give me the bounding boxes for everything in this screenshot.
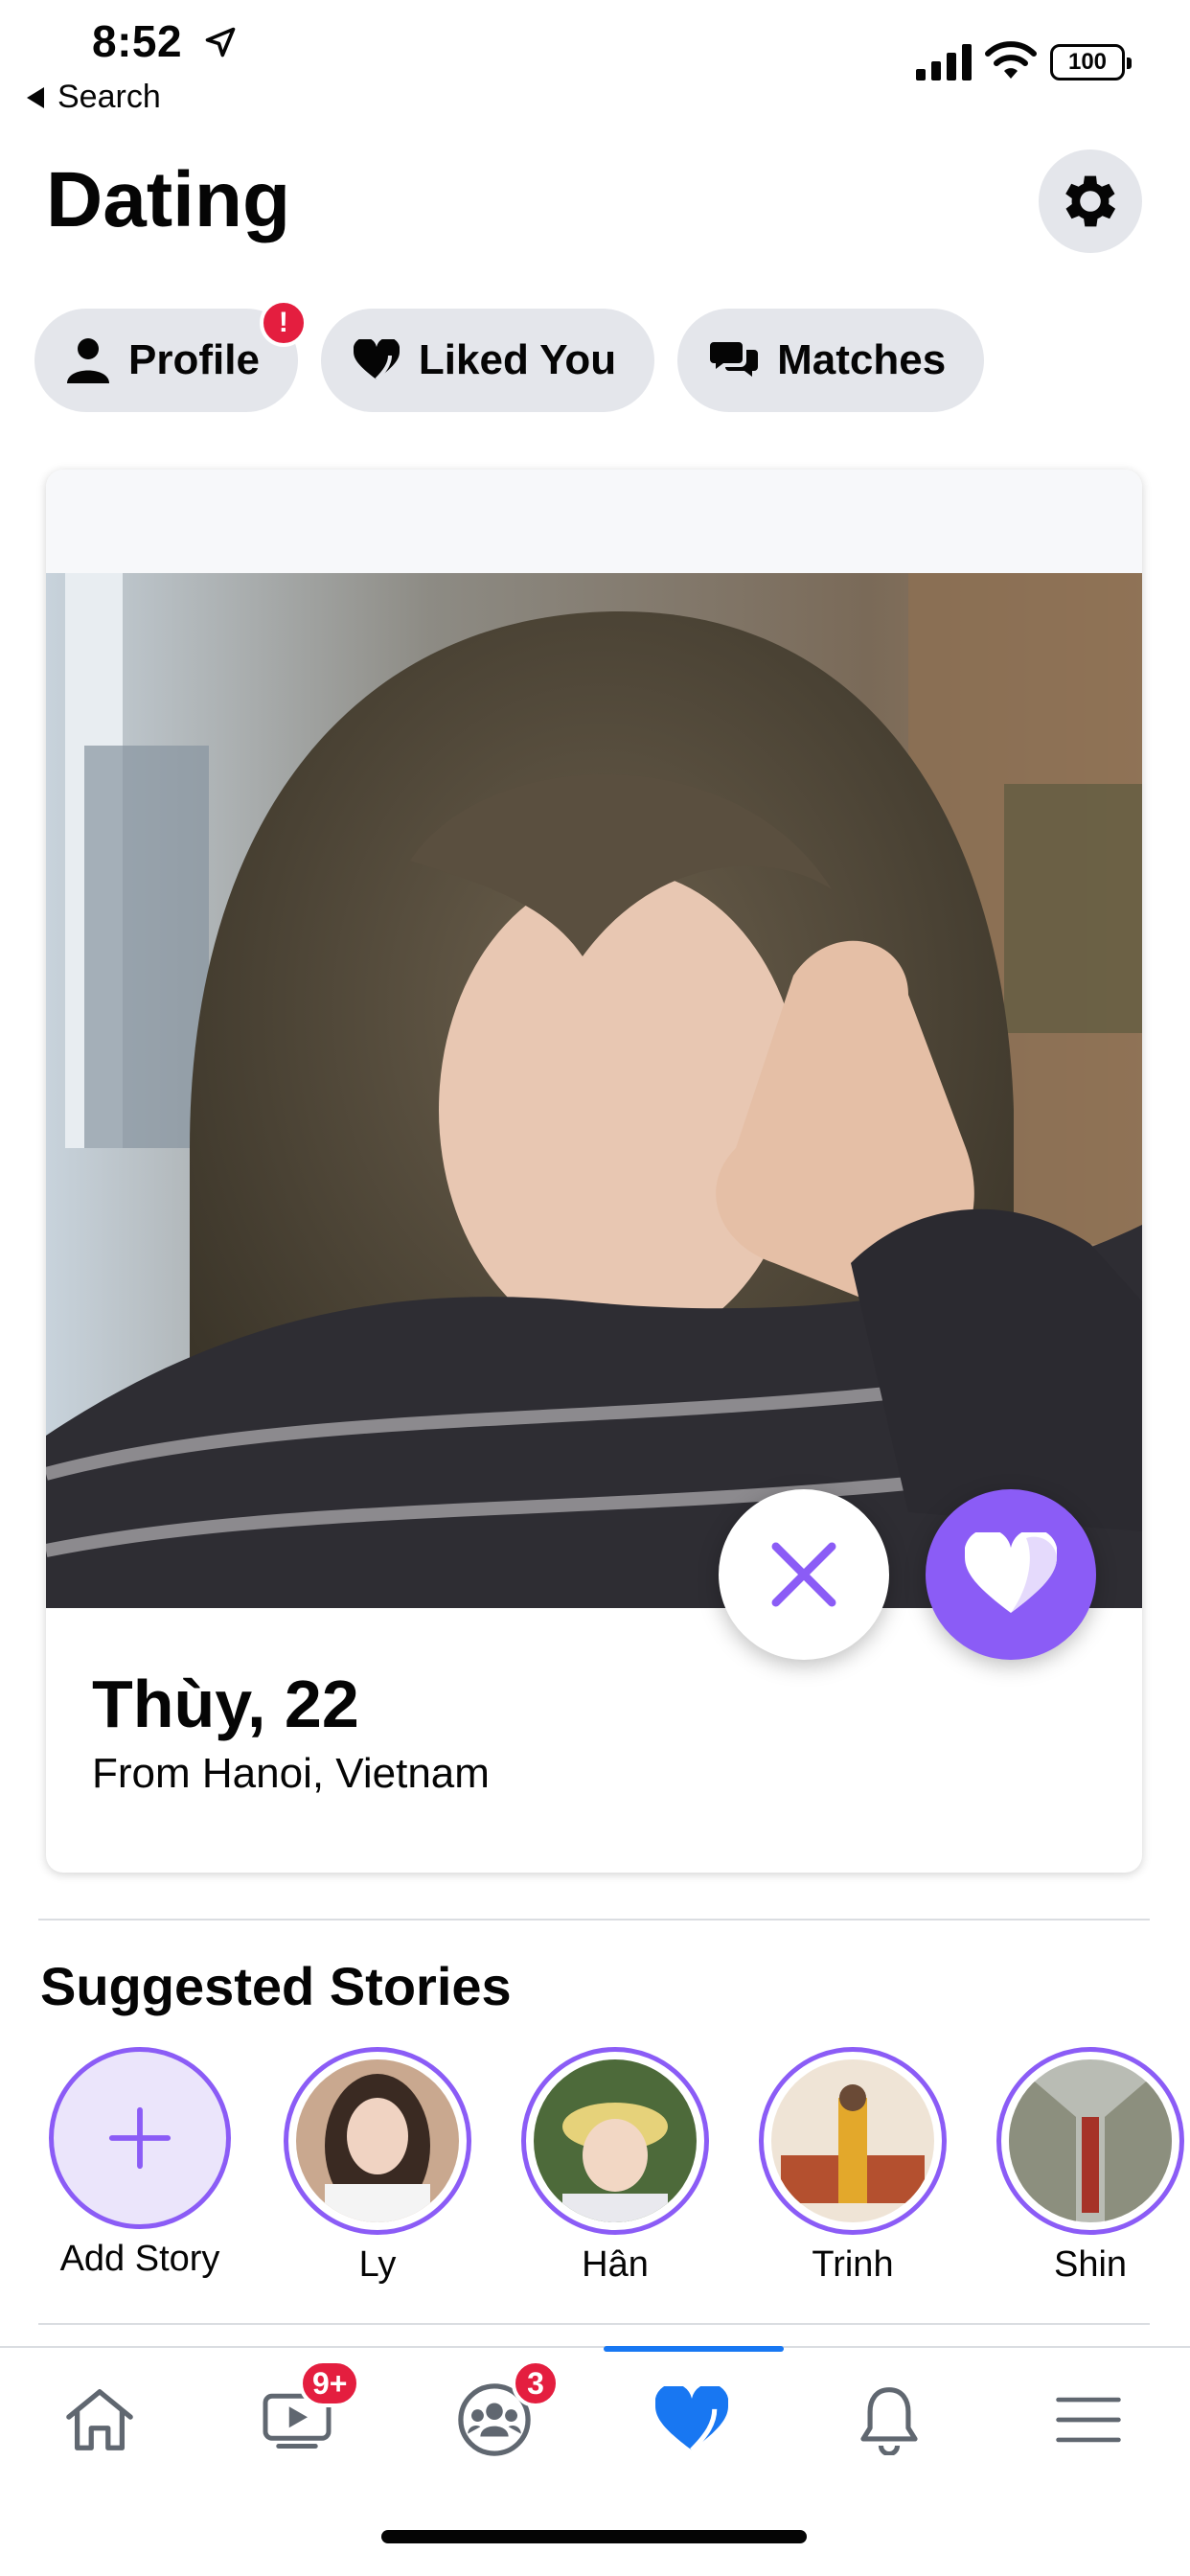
status-time: 8:52 xyxy=(92,16,183,66)
story-label: Shin xyxy=(1053,2244,1128,2285)
nav-dating[interactable] xyxy=(596,2348,788,2492)
gear-icon xyxy=(1065,175,1116,227)
home-icon xyxy=(66,2389,133,2450)
nav-notifications[interactable] xyxy=(793,2348,985,2492)
bell-icon xyxy=(860,2387,918,2455)
profile-name-age: Thùy, 22 xyxy=(92,1667,359,1741)
settings-button[interactable] xyxy=(1039,150,1142,253)
story-add[interactable]: Add Story xyxy=(44,2047,236,2280)
section-divider xyxy=(38,2323,1150,2325)
pass-button[interactable] xyxy=(719,1489,889,1660)
dating-tabs: Profile ! Liked You Matches xyxy=(34,299,985,412)
wifi-icon xyxy=(985,41,1037,79)
tab-profile-label: Profile xyxy=(128,336,260,383)
hamburger-menu-icon xyxy=(1056,2397,1121,2443)
story-label: Add Story xyxy=(59,2239,220,2279)
person-icon xyxy=(67,338,109,383)
status-bar: 8:52 Search 100 xyxy=(0,0,1190,125)
story-item[interactable]: Trinh xyxy=(757,2047,949,2286)
heart-icon xyxy=(353,339,400,381)
story-item[interactable]: Hân xyxy=(519,2047,711,2286)
card-top-bar xyxy=(46,470,1142,573)
back-search-label: Search xyxy=(57,79,161,115)
nav-groups[interactable]: 3 xyxy=(399,2348,590,2492)
watch-badge: 9+ xyxy=(299,2359,361,2407)
stories-title: Suggested Stories xyxy=(40,1956,512,2016)
nav-home[interactable] xyxy=(4,2348,195,2492)
story-ring xyxy=(996,2047,1184,2235)
profile-photo-illustration xyxy=(46,573,1142,1608)
profile-alert-badge: ! xyxy=(259,299,308,347)
like-button[interactable] xyxy=(926,1489,1096,1660)
tab-profile[interactable]: Profile ! xyxy=(34,299,308,412)
avatar xyxy=(1009,2059,1172,2222)
avatar xyxy=(771,2059,934,2222)
story-label: Hân xyxy=(582,2244,649,2285)
page-title: Dating xyxy=(46,156,291,243)
cellular-signal-icon xyxy=(916,44,972,80)
story-ring xyxy=(521,2047,709,2235)
story-item[interactable]: Shin xyxy=(995,2047,1186,2286)
add-story-button[interactable] xyxy=(49,2047,231,2229)
dating-heart-icon xyxy=(655,2386,728,2452)
story-ring xyxy=(284,2047,471,2235)
back-to-search-link[interactable]: Search xyxy=(27,79,161,116)
story-item[interactable]: Ly xyxy=(282,2047,473,2286)
tab-matches-label: Matches xyxy=(777,336,947,383)
story-ring xyxy=(759,2047,947,2235)
close-icon xyxy=(771,1542,836,1607)
stories-row: Add Story Ly Hân Trinh Shin xyxy=(0,2047,1190,2296)
tab-liked-you-label: Liked You xyxy=(418,336,617,383)
location-arrow-icon xyxy=(205,27,236,58)
battery-indicator: 100 xyxy=(1050,44,1132,80)
nav-watch[interactable]: 9+ xyxy=(201,2348,393,2492)
story-label: Trinh xyxy=(812,2244,894,2285)
story-label: Ly xyxy=(358,2244,397,2285)
bottom-nav: 9+ 3 xyxy=(0,2346,1190,2490)
nav-menu[interactable] xyxy=(993,2348,1184,2492)
plus-icon xyxy=(108,2106,172,2170)
avatar xyxy=(296,2059,459,2222)
profile-location: From Hanoi, Vietnam xyxy=(92,1750,490,1797)
profile-card[interactable]: Thùy, 22 From Hanoi, Vietnam xyxy=(46,470,1142,1873)
back-triangle-icon xyxy=(27,86,44,108)
home-indicator xyxy=(381,2530,807,2543)
tab-matches[interactable]: Matches xyxy=(677,309,985,412)
profile-photo[interactable] xyxy=(46,573,1142,1608)
chat-bubbles-icon xyxy=(710,342,759,377)
avatar xyxy=(534,2059,697,2222)
section-divider xyxy=(38,1919,1150,1920)
heart-icon xyxy=(965,1532,1057,1613)
groups-badge: 3 xyxy=(512,2359,560,2407)
tab-liked-you[interactable]: Liked You xyxy=(320,309,655,412)
